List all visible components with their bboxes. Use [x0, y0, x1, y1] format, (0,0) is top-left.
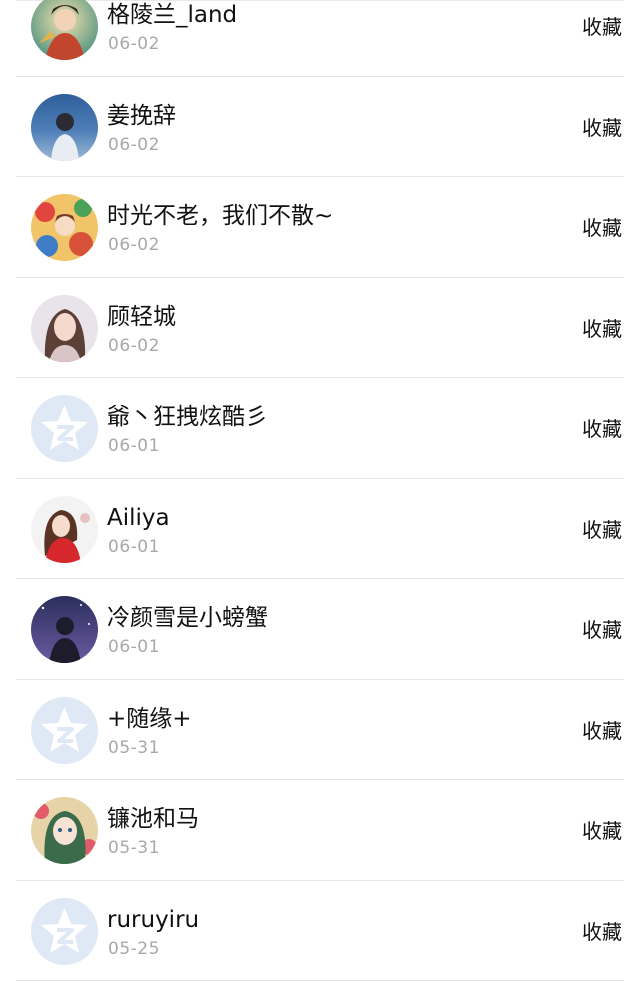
- date-label: 06-02: [108, 335, 160, 356]
- favorite-button[interactable]: 收藏: [582, 818, 622, 844]
- avatar-illustrated-hero-icon: [31, 0, 98, 60]
- avatar-colorful-art-icon: [31, 194, 98, 261]
- avatar-anime-girl-icon: [31, 797, 98, 864]
- favorite-button[interactable]: 收藏: [582, 14, 622, 40]
- favorite-button[interactable]: 收藏: [582, 718, 622, 744]
- avatar-seaside-girl-icon: [31, 93, 98, 161]
- favorite-button[interactable]: 收藏: [582, 517, 622, 543]
- favorite-button[interactable]: 收藏: [582, 617, 622, 643]
- user-name: Ailiya: [107, 504, 170, 531]
- date-label: 06-01: [108, 536, 160, 557]
- user-name: 顾轻城: [107, 303, 176, 330]
- avatar[interactable]: [31, 495, 98, 563]
- favorites-list: 格陵兰_land 06-02 收藏 姜挽辞 06-02 收藏 时光不老，我们不散…: [0, 0, 640, 981]
- default-qzone-star-icon: [31, 897, 98, 965]
- list-item[interactable]: 冷颜雪是小螃蟹 06-01 收藏: [16, 579, 624, 680]
- list-item[interactable]: 格陵兰_land 06-02 收藏: [16, 0, 624, 77]
- user-name: 时光不老，我们不散~: [107, 203, 334, 229]
- favorite-button[interactable]: 收藏: [582, 115, 622, 141]
- user-name: 镰池和马: [107, 806, 199, 832]
- date-label: 05-25: [108, 938, 160, 959]
- avatar-night-silhouette-icon: [31, 596, 98, 663]
- avatar[interactable]: [31, 897, 98, 965]
- avatar-red-coat-girl-icon: [31, 495, 98, 563]
- user-name: 冷颜雪是小螃蟹: [107, 605, 268, 631]
- avatar[interactable]: [31, 294, 98, 362]
- user-name: 姜挽辞: [107, 102, 176, 129]
- avatar[interactable]: [31, 0, 98, 60]
- date-label: 06-01: [108, 436, 160, 456]
- user-name: 爺丶狂拽炫酷彡: [107, 404, 268, 430]
- avatar[interactable]: [31, 696, 98, 764]
- avatar[interactable]: [31, 596, 98, 663]
- user-name: +随缘+: [107, 705, 192, 732]
- list-item[interactable]: Ailiya 06-01 收藏: [16, 479, 624, 579]
- avatar[interactable]: [31, 797, 98, 864]
- avatar[interactable]: [31, 194, 98, 261]
- favorite-button[interactable]: 收藏: [582, 215, 622, 241]
- date-label: 06-02: [108, 235, 160, 255]
- list-item[interactable]: 镰池和马 05-31 收藏: [16, 780, 624, 881]
- list-item[interactable]: +随缘+ 05-31 收藏: [16, 680, 624, 780]
- date-label: 06-02: [108, 34, 160, 54]
- favorite-button[interactable]: 收藏: [582, 416, 622, 442]
- list-item[interactable]: 爺丶狂拽炫酷彡 06-01 收藏: [16, 378, 624, 479]
- user-name: 格陵兰_land: [107, 2, 238, 28]
- list-item[interactable]: 顾轻城 06-02 收藏: [16, 278, 624, 378]
- avatar[interactable]: [31, 93, 98, 161]
- date-label: 05-31: [108, 737, 160, 758]
- date-label: 06-01: [108, 637, 160, 657]
- default-qzone-star-icon: [31, 395, 98, 462]
- list-item[interactable]: 时光不老，我们不散~ 06-02 收藏: [16, 177, 624, 278]
- date-label: 06-02: [108, 134, 160, 155]
- avatar[interactable]: [31, 395, 98, 462]
- date-label: 05-31: [108, 838, 160, 858]
- favorite-button[interactable]: 收藏: [582, 919, 622, 945]
- list-item[interactable]: 姜挽辞 06-02 收藏: [16, 77, 624, 177]
- favorite-button[interactable]: 收藏: [582, 316, 622, 342]
- list-item[interactable]: ruruyiru 05-25 收藏: [16, 881, 624, 981]
- user-name: ruruyiru: [107, 906, 200, 933]
- default-qzone-star-icon: [31, 696, 98, 764]
- avatar-woman-portrait-icon: [31, 294, 98, 362]
